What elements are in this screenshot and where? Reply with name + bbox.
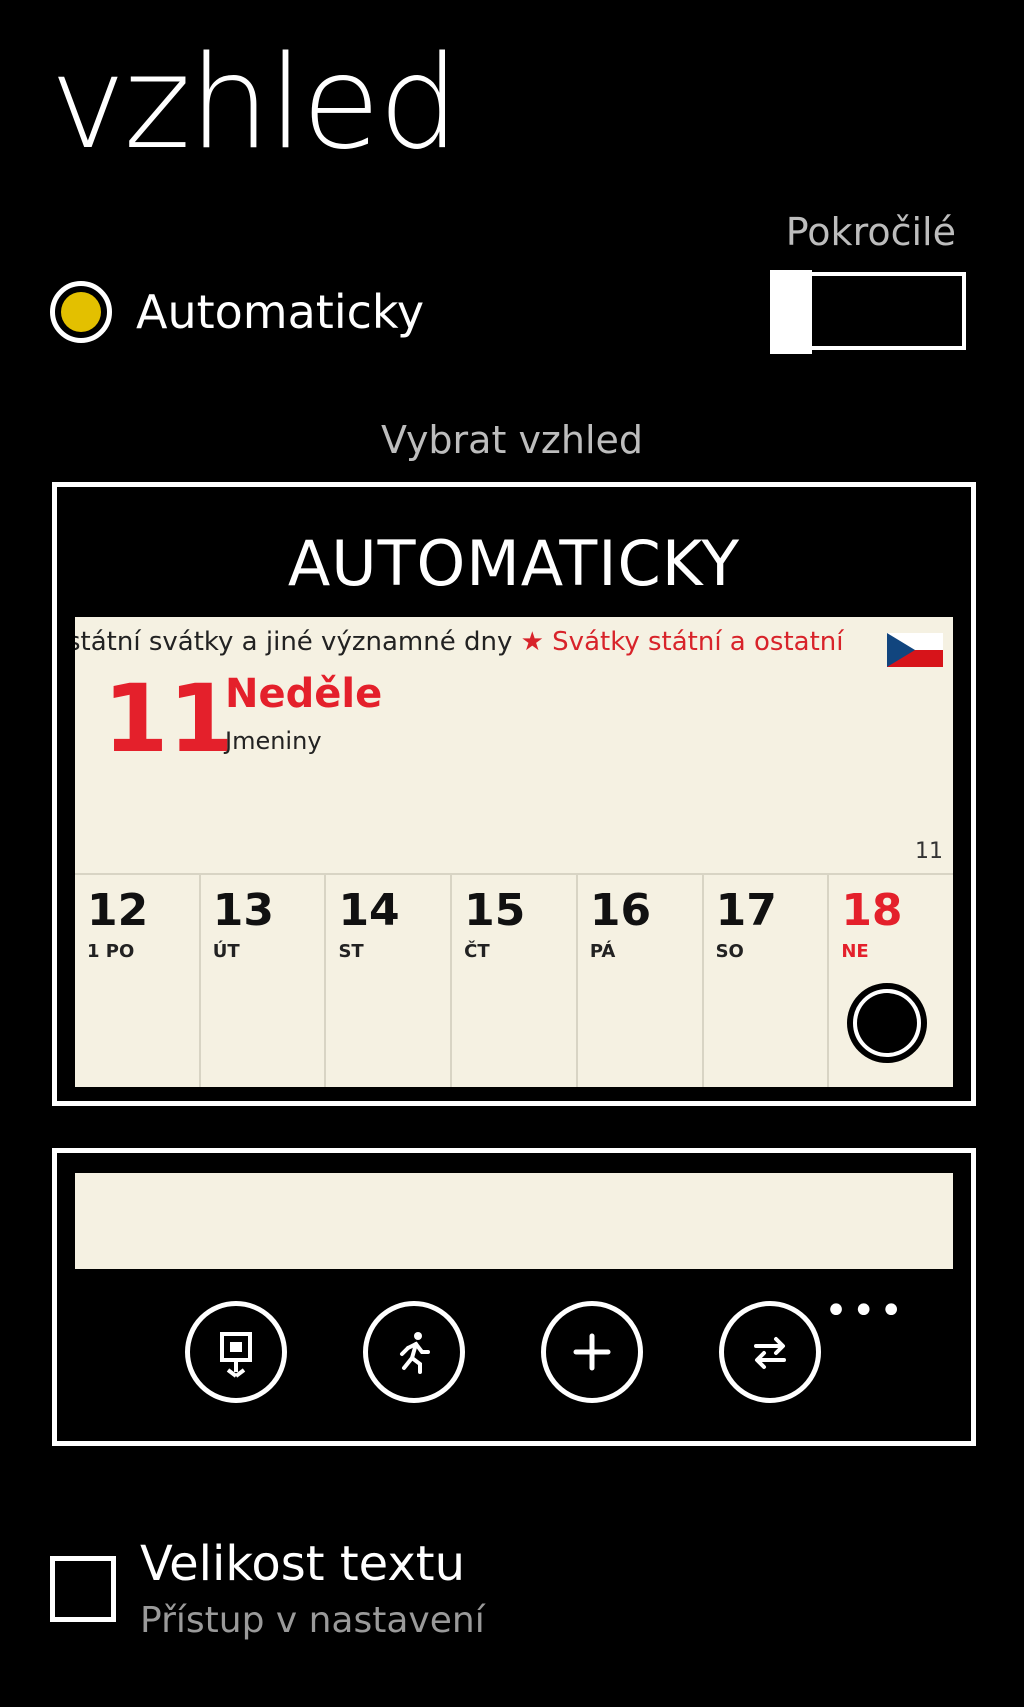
running-man-icon[interactable] bbox=[363, 1301, 465, 1403]
app-bar-strip bbox=[75, 1173, 953, 1269]
week-day: 16 PÁ bbox=[578, 875, 704, 1087]
week-day-sunday: 18 NE bbox=[829, 875, 953, 1087]
add-icon[interactable] bbox=[541, 1301, 643, 1403]
toggle-thumb[interactable] bbox=[770, 270, 812, 354]
week-day-label: ČT bbox=[464, 941, 490, 962]
week-day-number: 14 bbox=[338, 885, 400, 936]
current-day-name: Neděle bbox=[225, 671, 383, 717]
calendar-header-text: státní svátky a jiné významné dny bbox=[75, 627, 513, 657]
automatic-radio-option[interactable]: Automaticky bbox=[50, 272, 424, 352]
week-day-number: 13 bbox=[212, 885, 274, 936]
current-day-nameday: Jmeniny bbox=[225, 727, 322, 755]
week-strip: 12 1 PO 13 ÚT 14 ST 15 ČT 16 PÁ 17 SO 18… bbox=[75, 873, 953, 1087]
page-title: vzhled bbox=[50, 29, 460, 178]
week-day: 14 ST bbox=[326, 875, 453, 1087]
week-day-number: 18 bbox=[841, 885, 903, 936]
week-day-label: ÚT bbox=[212, 941, 240, 962]
calendar-preview: státní svátky a jiné významné dny ★ Svát… bbox=[75, 617, 953, 1087]
week-day-label: PÁ bbox=[589, 941, 616, 962]
week-day-number: 16 bbox=[589, 885, 652, 936]
week-day-label: NE bbox=[841, 941, 869, 962]
text-size-checkbox[interactable] bbox=[50, 1556, 116, 1622]
calendar-header: státní svátky a jiné významné dny ★ Svát… bbox=[75, 623, 953, 667]
preview-heading: AUTOMATICKY bbox=[287, 527, 741, 600]
presentation-icon[interactable] bbox=[185, 1301, 287, 1403]
week-day-label: SO bbox=[715, 941, 744, 962]
text-size-subtitle: Přístup v nastavení bbox=[140, 1600, 485, 1641]
star-icon: ★ bbox=[520, 627, 544, 657]
swap-icon[interactable] bbox=[719, 1301, 821, 1403]
advanced-label: Pokročilé bbox=[785, 210, 956, 254]
corner-number: 11 bbox=[915, 839, 943, 864]
automatic-radio[interactable] bbox=[50, 281, 112, 343]
calendar-header-holidays: Svátky státní a ostatní bbox=[552, 627, 844, 657]
more-options-icon[interactable]: ••• bbox=[824, 1291, 907, 1331]
week-day: 13 ÚT bbox=[201, 875, 327, 1087]
week-day-number: 12 bbox=[87, 885, 149, 936]
text-size-title: Velikost textu bbox=[140, 1536, 466, 1592]
record-icon bbox=[847, 983, 928, 1063]
week-day: 12 1 PO bbox=[75, 875, 201, 1087]
select-appearance-label: Vybrat vzhled bbox=[380, 418, 644, 462]
current-day-number: 11 bbox=[103, 665, 234, 774]
automatic-radio-label: Automaticky bbox=[136, 285, 425, 339]
week-day: 17 SO bbox=[704, 875, 830, 1087]
czech-flag-icon bbox=[887, 633, 943, 667]
week-day: 15 ČT bbox=[452, 875, 578, 1087]
week-day-label: ST bbox=[338, 941, 364, 962]
week-day-number: 15 bbox=[464, 885, 526, 936]
appearance-preview-card[interactable]: AUTOMATICKY státní svátky a jiné významn… bbox=[52, 482, 976, 1106]
advanced-toggle[interactable] bbox=[770, 270, 966, 354]
week-day-label: 1 PO bbox=[87, 941, 135, 962]
week-day-number: 17 bbox=[715, 885, 777, 936]
radio-selected-dot bbox=[61, 292, 101, 332]
app-bar-preview: ••• bbox=[52, 1148, 976, 1446]
